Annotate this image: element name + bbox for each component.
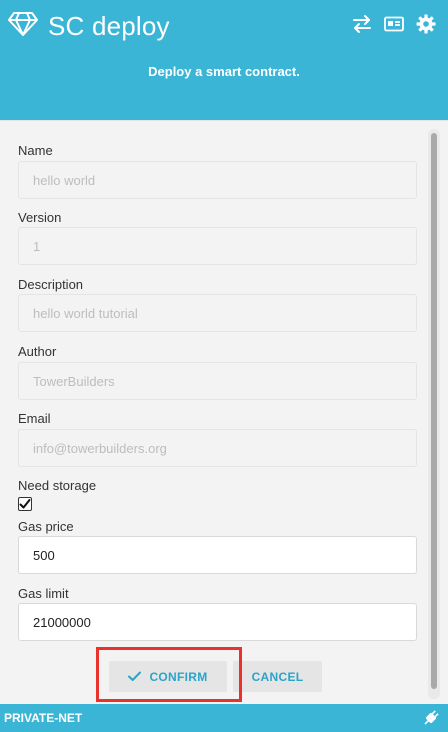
version-input[interactable]: 1 <box>18 227 417 265</box>
network-footer: PRIVATE-NET <box>0 704 448 732</box>
gas-limit-label: Gas limit <box>18 586 69 601</box>
description-input[interactable]: hello world tutorial <box>18 294 417 332</box>
name-label: Name <box>18 143 53 158</box>
email-input[interactable]: info@towerbuilders.org <box>18 429 417 467</box>
id-card-icon[interactable] <box>384 14 404 34</box>
author-input[interactable]: TowerBuilders <box>18 362 417 400</box>
author-label: Author <box>18 344 57 359</box>
name-input[interactable]: hello world <box>18 161 417 199</box>
description-label: Description <box>18 277 84 292</box>
app-header: SC deploy Deploy a smart contract. <box>0 0 448 120</box>
cancel-label: CANCEL <box>251 669 304 684</box>
checkmark-icon <box>19 499 31 509</box>
header-toolbar <box>352 14 436 34</box>
gas-limit-input[interactable]: 21000000 <box>18 603 417 641</box>
network-label: PRIVATE-NET <box>4 711 83 725</box>
app-title: SC deploy <box>48 10 170 41</box>
need-storage-checkbox[interactable] <box>18 497 32 511</box>
brand: SC deploy <box>8 8 170 44</box>
need-storage-label: Need storage <box>18 478 97 493</box>
email-label: Email <box>18 411 51 426</box>
cancel-button[interactable]: CANCEL <box>233 661 322 692</box>
confirm-highlight-box <box>96 647 242 702</box>
gear-icon[interactable] <box>416 14 436 34</box>
scrollbar-thumb[interactable] <box>431 133 437 689</box>
gas-price-input[interactable]: 500 <box>18 536 417 574</box>
swap-icon[interactable] <box>352 14 372 34</box>
gem-icon <box>8 11 38 42</box>
gas-price-label: Gas price <box>18 519 74 534</box>
plug-icon[interactable] <box>421 708 441 728</box>
page-subtitle: Deploy a smart contract. <box>148 64 300 79</box>
version-label: Version <box>18 210 62 225</box>
